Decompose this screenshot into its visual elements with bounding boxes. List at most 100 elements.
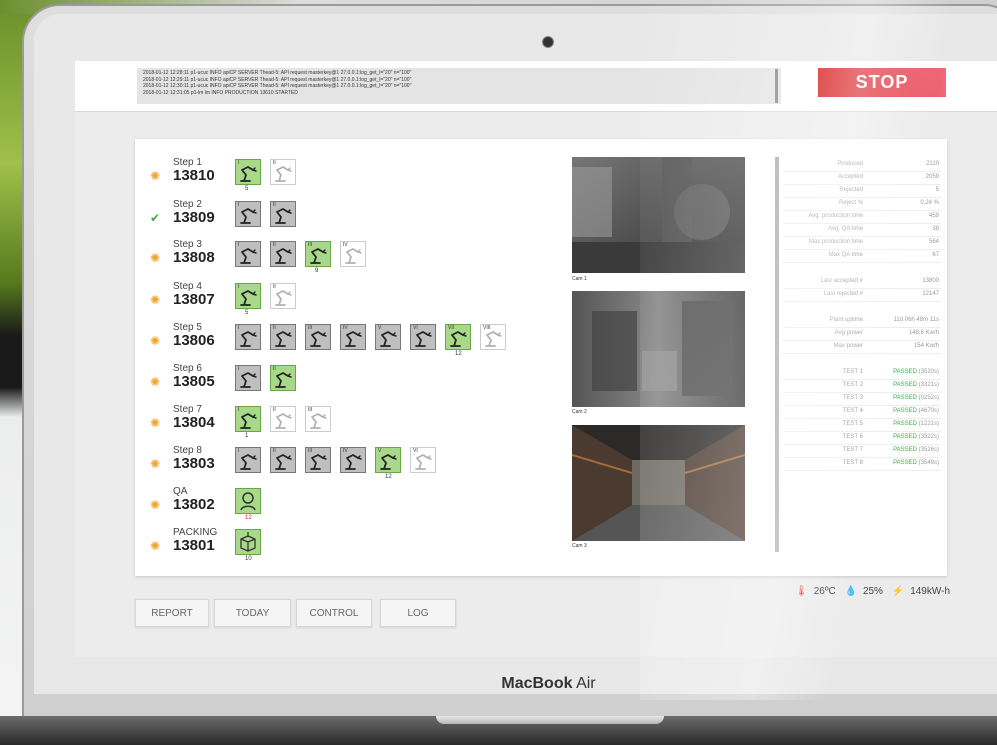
robot-count: 9 — [315, 268, 319, 274]
robot-arm-icon[interactable]: I — [235, 283, 261, 309]
qa-station-icon[interactable] — [235, 488, 261, 514]
stat-key: Produced — [837, 161, 863, 167]
step-row: ✺ Step 8 13803 I II III IV V 12 VI — [145, 445, 545, 481]
robot-index: II — [273, 325, 276, 331]
test-time: (4670s) — [916, 408, 939, 414]
robot-arm-icon[interactable]: I — [235, 159, 261, 185]
robot-index: III — [308, 242, 313, 248]
control-button[interactable]: CONTROL — [296, 599, 372, 627]
stats-scrollbar[interactable] — [775, 157, 779, 552]
camera-feed-2[interactable] — [572, 291, 745, 407]
robot-index: VI — [413, 448, 418, 454]
log-scrollbar[interactable] — [775, 69, 778, 103]
robot-count: 12 — [385, 474, 392, 480]
stat-value: PASSED (1221s) — [893, 421, 939, 427]
robot-arm-icon[interactable]: VII — [445, 324, 471, 350]
robot-index: II — [273, 242, 276, 248]
stat-row: Plant uptime 11d 06h 48m 11s — [783, 315, 941, 328]
robot-index: III — [308, 448, 313, 454]
step-row: ✺ Step 5 13806 I II III IV V VI VII 12 VIII — [145, 322, 545, 358]
stat-key: TEST 4 — [842, 408, 863, 414]
test-status: PASSED — [893, 460, 917, 466]
log-console[interactable]: 2018-01-12 12:28:11 p1-ucuc INFO apiCP S… — [137, 68, 781, 104]
stat-value: 11d 06h 48m 11s — [893, 317, 939, 323]
test-status: PASSED — [893, 369, 917, 375]
robot-count: 1 — [245, 433, 249, 439]
robot-arm-icon[interactable]: III — [305, 324, 331, 350]
robot-arm-icon[interactable]: I — [235, 201, 261, 227]
spinner-icon: ✺ — [150, 416, 161, 430]
robot-arm-icon[interactable]: II — [270, 159, 296, 185]
robot-arm-icon[interactable]: III — [305, 406, 331, 432]
robot-arm-icon[interactable]: V — [375, 324, 401, 350]
robot-count: 12 — [455, 351, 462, 357]
laptop-brand: MacBook Air — [0, 675, 997, 693]
robot-arm-icon[interactable]: V — [375, 447, 401, 473]
robot-arm-icon[interactable]: II — [270, 447, 296, 473]
stat-value: 38 — [932, 226, 939, 232]
robot-arm-icon[interactable]: IV — [340, 447, 366, 473]
stat-row: TEST 6 PASSED (3522s) — [783, 432, 941, 445]
test-status: PASSED — [893, 447, 917, 453]
robot-arm-icon[interactable]: VI — [410, 324, 436, 350]
stat-key: TEST 8 — [842, 460, 863, 466]
stat-value: 0,24 % — [920, 200, 939, 206]
packing-box-icon[interactable] — [235, 529, 261, 555]
stat-key: TEST 5 — [842, 421, 863, 427]
spinner-icon: ✺ — [150, 375, 161, 389]
stat-key: TEST 6 — [842, 434, 863, 440]
robot-index: II — [273, 448, 276, 454]
stat-row: Avg. QA time 38 — [783, 224, 941, 237]
stat-value: PASSED (3321s) — [893, 382, 939, 388]
step-number: 13807 — [173, 291, 215, 308]
robot-arm-icon[interactable]: II — [270, 241, 296, 267]
stop-button[interactable]: STOP — [818, 68, 946, 97]
test-time: (3549s) — [916, 460, 939, 466]
lightning-icon: ⚡ — [891, 586, 905, 597]
robot-index: II — [273, 160, 276, 166]
robot-arm-icon[interactable]: VIII — [480, 324, 506, 350]
camera-feed-3[interactable] — [572, 425, 745, 541]
spinner-icon: ✺ — [150, 334, 161, 348]
robot-arm-icon[interactable]: I — [235, 406, 261, 432]
stat-row: TEST 2 PASSED (3321s) — [783, 380, 941, 393]
camera-feed-1[interactable] — [572, 157, 745, 273]
stat-key: TEST 7 — [842, 447, 863, 453]
robot-arm-icon[interactable]: II — [270, 324, 296, 350]
robot-arm-icon[interactable]: I — [235, 241, 261, 267]
robot-arm-icon[interactable]: I — [235, 365, 261, 391]
log-button[interactable]: LOG — [380, 599, 456, 627]
stat-key: Max power — [833, 343, 863, 349]
robot-arm-icon[interactable]: III — [305, 241, 331, 267]
robot-arm-icon[interactable]: II — [270, 283, 296, 309]
robot-arm-icon[interactable]: IV — [340, 324, 366, 350]
robot-arm-icon[interactable]: II — [270, 201, 296, 227]
robot-arm-icon[interactable]: III — [305, 447, 331, 473]
stat-row: TEST 1 PASSED (3520s) — [783, 367, 941, 380]
robot-arm-icon[interactable]: II — [270, 406, 296, 432]
robot-index: I — [238, 242, 240, 248]
robot-arm-icon[interactable]: I — [235, 447, 261, 473]
robot-index: IV — [343, 448, 348, 454]
stat-value: 2110 — [926, 161, 939, 167]
robot-arm-icon[interactable]: I — [235, 324, 261, 350]
humidity-value: 25% — [862, 586, 883, 597]
robot-arm-icon[interactable]: IV — [340, 241, 366, 267]
stat-row: Last rejected # 12147 — [783, 289, 941, 302]
robot-index: I — [238, 366, 240, 372]
step-number: 13804 — [173, 414, 215, 431]
stat-row: TEST 7 PASSED (3526s) — [783, 445, 941, 458]
stat-value: PASSED (3520s) — [893, 369, 939, 375]
spinner-icon: ✺ — [150, 169, 161, 183]
check-icon: ✔ — [150, 211, 161, 225]
stat-value: PASSED (0252s) — [893, 395, 939, 401]
stat-row: Reject % 0,24 % — [783, 198, 941, 211]
robot-index: V — [378, 448, 382, 454]
brand-bold: MacBook — [501, 675, 573, 692]
today-button[interactable]: TODAY — [214, 599, 291, 627]
robot-arm-icon[interactable]: II — [270, 365, 296, 391]
stat-key: Avg. QA time — [828, 226, 863, 232]
report-button[interactable]: REPORT — [135, 599, 209, 627]
robot-arm-icon[interactable]: VI — [410, 447, 436, 473]
stat-row: TEST 3 PASSED (0252s) — [783, 393, 941, 406]
